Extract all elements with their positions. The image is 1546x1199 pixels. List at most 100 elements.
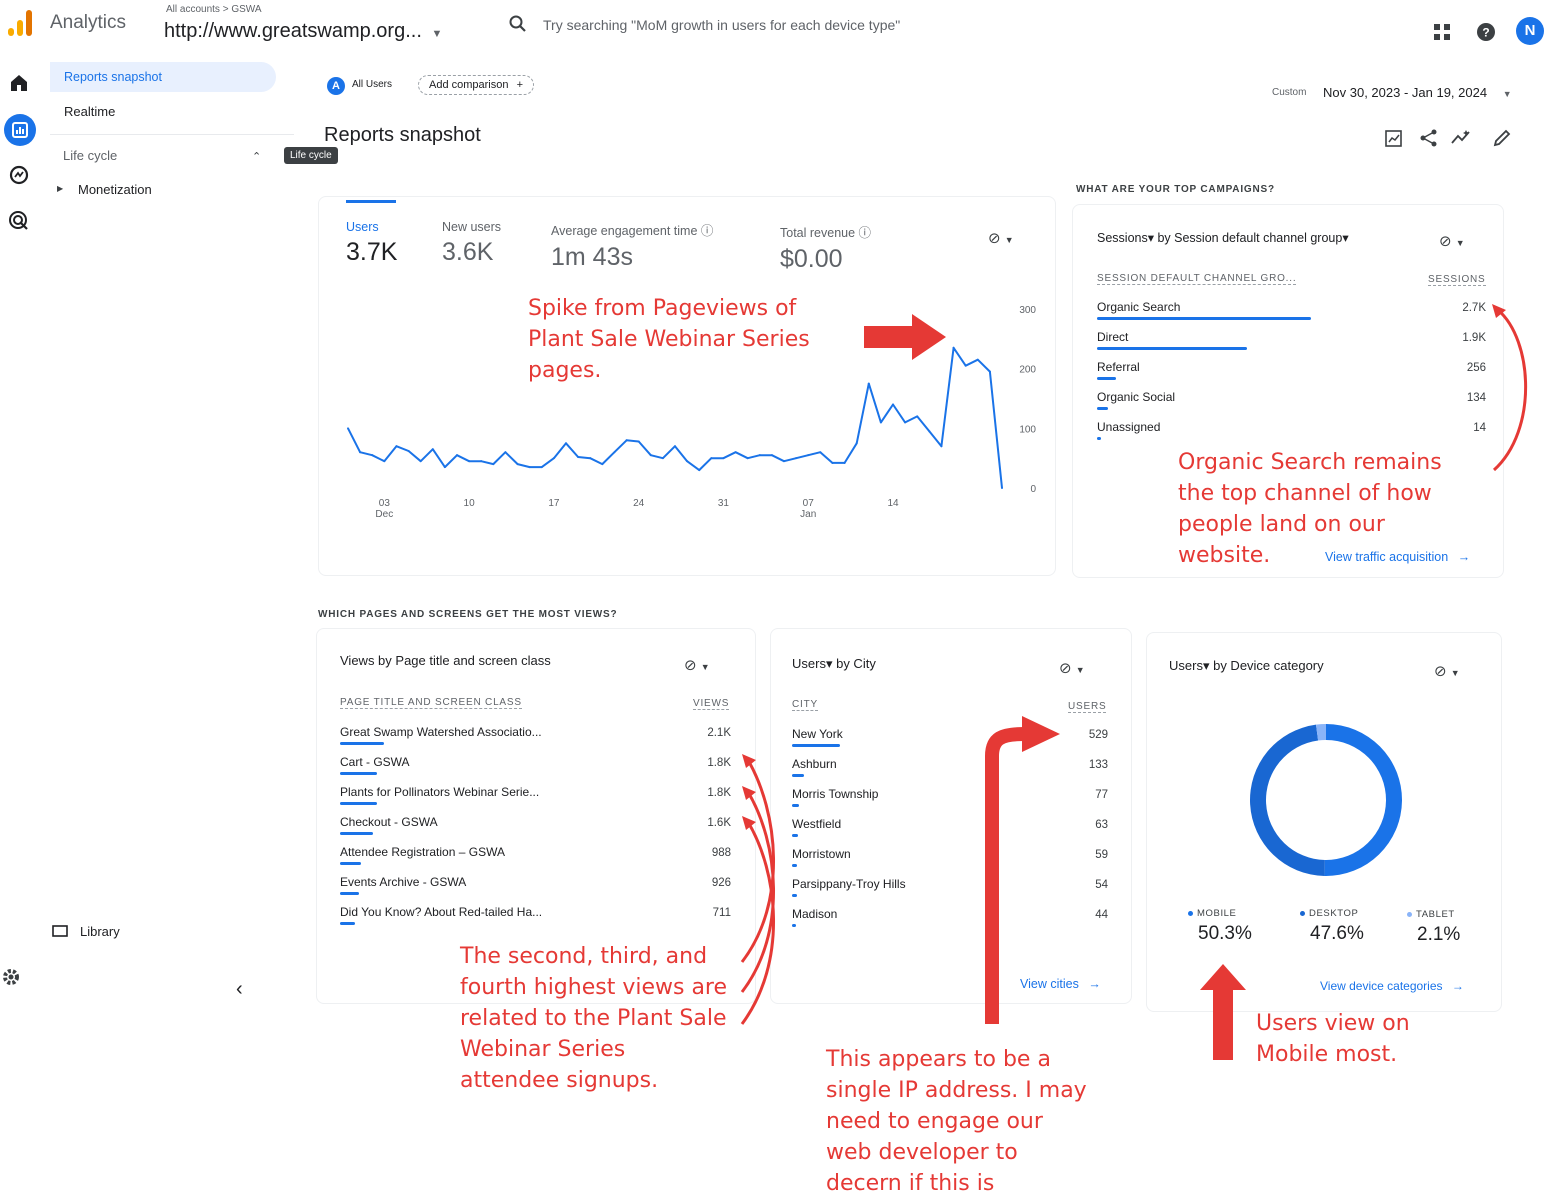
- campaign-row-label[interactable]: Referral: [1097, 360, 1140, 374]
- compare-check-icon[interactable]: ⊘ ▼: [1434, 662, 1460, 680]
- search-icon[interactable]: [508, 14, 528, 34]
- property-selector[interactable]: http://www.greatswamp.org... ▼: [164, 20, 442, 43]
- campaign-row-label[interactable]: Organic Social: [1097, 390, 1175, 404]
- expand-arrow-icon[interactable]: ▶: [57, 184, 63, 193]
- metric-revenue[interactable]: Total revenue ⓘ $0.00: [780, 222, 871, 274]
- compare-check-icon[interactable]: ⊘ ▼: [988, 229, 1014, 247]
- city-row-label[interactable]: Parsippany-Troy Hills: [792, 877, 906, 891]
- cities-card-title[interactable]: Users▾ by City: [792, 656, 876, 672]
- chevron-up-icon[interactable]: ⌃: [252, 150, 261, 163]
- search-input[interactable]: Try searching "MoM growth in users for e…: [543, 17, 900, 33]
- annotation-arrow-ip: [985, 716, 1060, 1024]
- page-row-label[interactable]: Plants for Pollinators Webinar Serie...: [340, 785, 539, 799]
- campaigns-col-header[interactable]: SESSION DEFAULT CHANNEL GRO...: [1097, 273, 1297, 285]
- city-row-label[interactable]: Morristown: [792, 847, 851, 861]
- campaign-row-label[interactable]: Organic Search: [1097, 300, 1180, 314]
- segment-label[interactable]: All Users: [352, 79, 392, 90]
- annotation-arrow-mobile: [1200, 964, 1246, 1060]
- legend-mobile-value: 50.3%: [1198, 923, 1252, 944]
- page-row-label[interactable]: Did You Know? About Red-tailed Ha...: [340, 905, 542, 919]
- metric-revenue-value: $0.00: [780, 245, 843, 273]
- users-data-point: [516, 463, 519, 466]
- campaign-row-label[interactable]: Direct: [1097, 330, 1128, 344]
- page-row-value: 1.8K: [707, 787, 731, 799]
- donut-slice-mobile[interactable]: [1324, 724, 1402, 876]
- city-row-label[interactable]: New York: [792, 727, 843, 741]
- nav-life-cycle[interactable]: Life cycle: [63, 148, 117, 163]
- pages-value-header[interactable]: VIEWS: [693, 698, 730, 710]
- home-icon[interactable]: [6, 70, 32, 96]
- nav-monetization[interactable]: Monetization: [78, 182, 152, 197]
- x-tick-label: 07: [803, 498, 815, 509]
- insights-icon[interactable]: [1450, 128, 1472, 148]
- nav-reports-snapshot[interactable]: Reports snapshot: [64, 70, 162, 84]
- users-data-point: [407, 450, 410, 453]
- advertising-icon[interactable]: [6, 208, 32, 234]
- date-range-picker[interactable]: Nov 30, 2023 - Jan 19, 2024 ▼: [1323, 85, 1512, 100]
- campaigns-card-title[interactable]: Sessions▾ by Session default channel gro…: [1097, 230, 1349, 245]
- apps-grid-icon[interactable]: [1434, 24, 1450, 40]
- nav-realtime[interactable]: Realtime: [64, 104, 115, 119]
- cities-col-header[interactable]: CITY: [792, 699, 818, 711]
- help-icon[interactable]: ?: [1476, 22, 1496, 42]
- y-tick-label: 0: [1030, 484, 1036, 495]
- metric-new-users[interactable]: New users 3.6K: [442, 220, 501, 267]
- view-device-categories-link[interactable]: View device categories →: [1320, 979, 1464, 993]
- page-row-label[interactable]: Cart - GSWA: [340, 755, 410, 769]
- view-device-categories-label: View device categories: [1320, 979, 1443, 993]
- y-tick-label: 200: [1019, 365, 1036, 376]
- edit-pencil-icon[interactable]: [1492, 128, 1512, 148]
- page-row-bar: [340, 922, 355, 925]
- users-data-point: [843, 461, 846, 464]
- add-comparison-button[interactable]: Add comparison +: [418, 75, 534, 95]
- metric-new-users-label: New users: [442, 220, 502, 234]
- campaigns-value-header[interactable]: SESSIONS: [1428, 274, 1486, 286]
- share-icon[interactable]: [1419, 128, 1439, 148]
- city-row-label[interactable]: Morris Township: [792, 787, 878, 801]
- page-row-label[interactable]: Attendee Registration – GSWA: [340, 845, 505, 859]
- metric-users-value: 3.7K: [346, 238, 398, 266]
- avatar[interactable]: N: [1516, 17, 1544, 45]
- page-row-value: 1.8K: [707, 757, 731, 769]
- annotation-organic: Organic Search remains the top channel o…: [1178, 450, 1442, 568]
- pages-card-title[interactable]: Views by Page title and screen class: [340, 653, 551, 668]
- reports-icon[interactable]: [4, 114, 36, 146]
- metric-engagement-value: 1m 43s: [551, 243, 633, 271]
- cities-card: [770, 628, 1132, 1004]
- collapse-nav-icon[interactable]: ‹: [236, 978, 243, 1001]
- page-row-label[interactable]: Great Swamp Watershed Associatio...: [340, 725, 542, 739]
- users-data-point: [964, 364, 967, 367]
- campaign-row-label[interactable]: Unassigned: [1097, 420, 1160, 434]
- city-row-bar: [792, 744, 840, 747]
- customize-report-icon[interactable]: [1384, 128, 1404, 148]
- pages-col-header[interactable]: PAGE TITLE AND SCREEN CLASS: [340, 697, 522, 709]
- users-data-point: [988, 370, 991, 373]
- nav-library[interactable]: Library: [80, 924, 120, 939]
- campaign-row-value: 14: [1473, 422, 1486, 434]
- cities-value-header[interactable]: USERS: [1068, 701, 1107, 713]
- x-tick-label: 14: [887, 498, 899, 509]
- help-circle-icon[interactable]: ⓘ: [701, 224, 714, 238]
- city-row-bar: [792, 804, 800, 807]
- compare-check-icon[interactable]: ⊘ ▼: [1439, 232, 1465, 250]
- city-row-label[interactable]: Westfield: [792, 817, 841, 831]
- users-data-point: [734, 451, 737, 454]
- help-circle-icon[interactable]: ⓘ: [859, 226, 872, 240]
- breadcrumb[interactable]: All accounts > GSWA: [166, 4, 262, 15]
- compare-check-icon[interactable]: ⊘ ▼: [684, 656, 710, 674]
- city-row-label[interactable]: Madison: [792, 907, 837, 921]
- explore-icon[interactable]: [6, 162, 32, 188]
- settings-gear-icon[interactable]: [0, 966, 22, 988]
- metric-engagement[interactable]: Average engagement time ⓘ 1m 43s: [551, 220, 713, 272]
- page-row-label[interactable]: Checkout - GSWA: [340, 815, 438, 829]
- city-row-label[interactable]: Ashburn: [792, 757, 837, 771]
- page-row-label[interactable]: Events Archive - GSWA: [340, 875, 466, 889]
- donut-slice-desktop[interactable]: [1250, 724, 1325, 876]
- users-data-point: [710, 457, 713, 460]
- metric-users[interactable]: Users 3.7K: [346, 220, 397, 267]
- x-tick-label: 10: [464, 498, 476, 509]
- legend-tablet-value: 2.1%: [1417, 924, 1461, 945]
- compare-check-icon[interactable]: ⊘ ▼: [1059, 659, 1085, 677]
- devices-card-title[interactable]: Users▾ by Device category: [1169, 658, 1324, 674]
- users-data-point: [722, 457, 725, 460]
